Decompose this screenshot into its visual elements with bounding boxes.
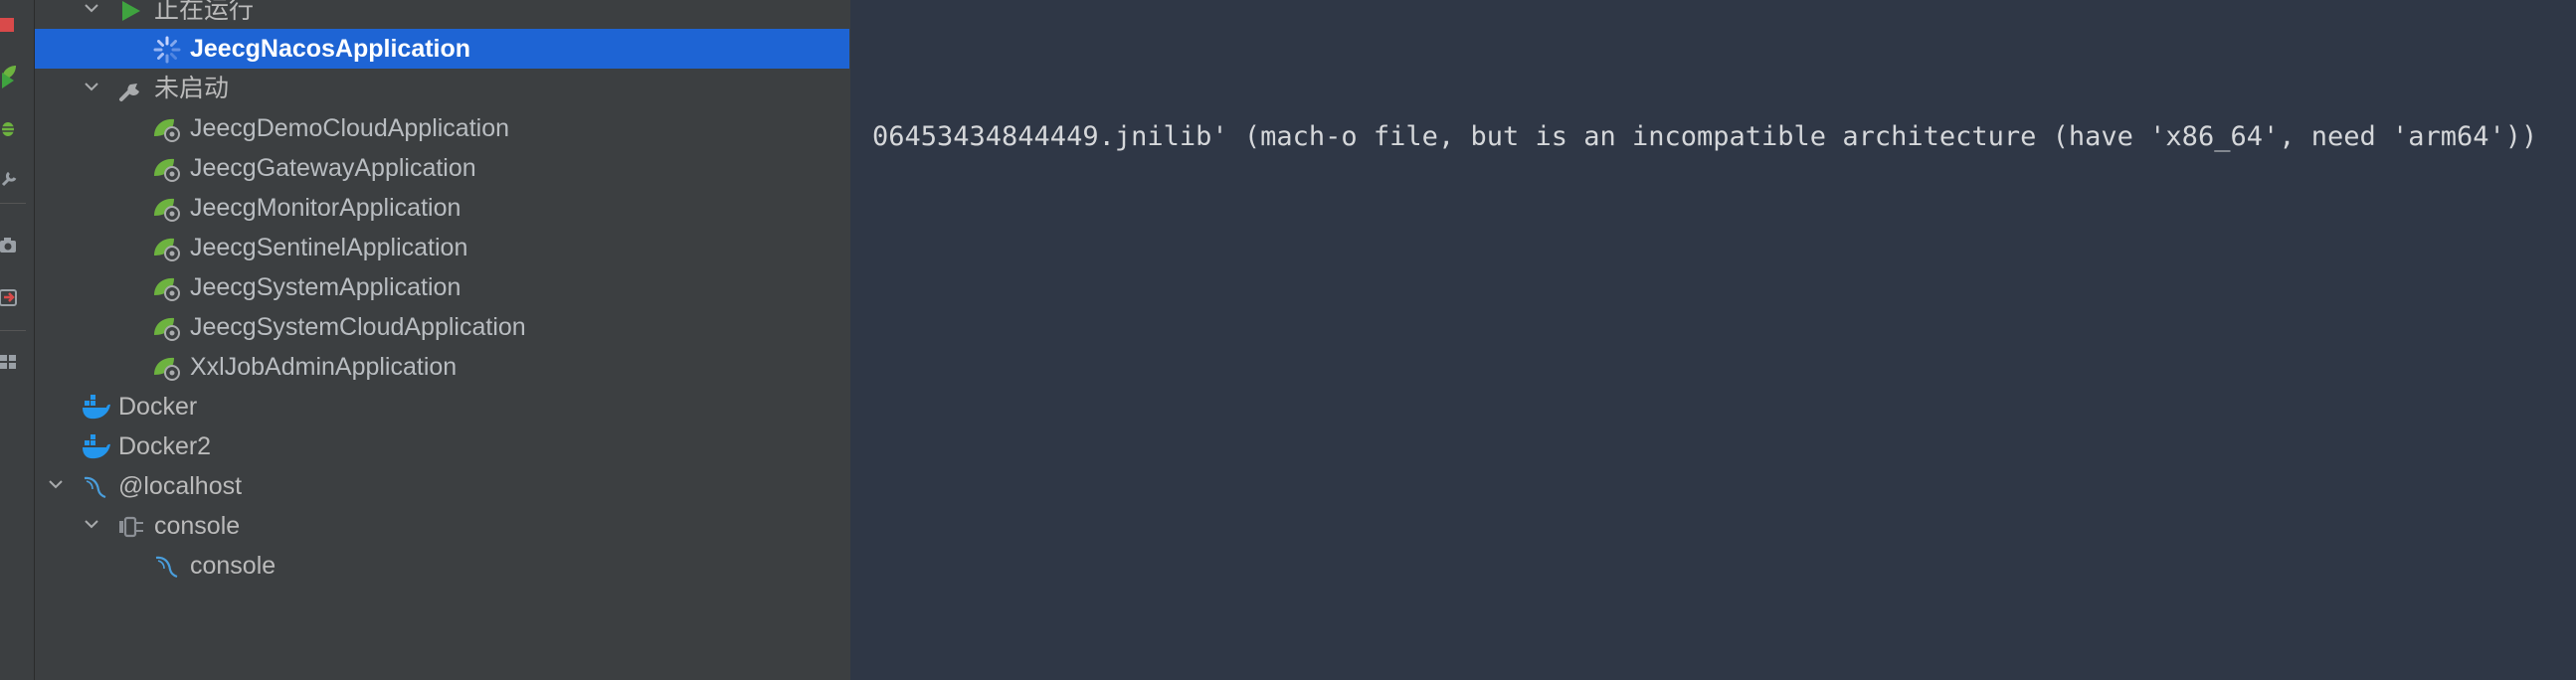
- tree-item-label: JeecgDemoCloudApplication: [190, 114, 510, 142]
- tree-item-label: console: [154, 512, 241, 540]
- mysql-dolphin-icon: [152, 552, 182, 582]
- tree-item-console[interactable]: console: [35, 546, 849, 586]
- tree-group-stopped[interactable]: 未启动: [35, 69, 849, 108]
- tree-item-label: JeecgSystemCloudApplication: [190, 313, 526, 341]
- tree-item-console-group[interactable]: console: [35, 506, 849, 546]
- tree-item-app[interactable]: JeecgMonitorApplication: [35, 188, 849, 228]
- chevron-down-icon[interactable]: [79, 0, 104, 22]
- spring-boot-icon: [152, 194, 182, 224]
- camera-icon[interactable]: [0, 235, 20, 256]
- spring-boot-icon: [152, 273, 182, 303]
- console-log-line: 06453434844449.jnilib' (mach-o file, but…: [872, 121, 2538, 152]
- docker-icon: [81, 432, 110, 462]
- layout-grid-icon[interactable]: [0, 350, 20, 372]
- docker-icon: [81, 393, 110, 423]
- tree-item-docker[interactable]: Docker2: [35, 426, 849, 466]
- chevron-down-icon[interactable]: [43, 472, 69, 498]
- wrench-icon: [116, 75, 146, 104]
- tree-item-app[interactable]: JeecgSystemCloudApplication: [35, 307, 849, 347]
- stop-icon[interactable]: [0, 14, 20, 36]
- spring-boot-icon: [152, 313, 182, 343]
- spring-boot-icon: [152, 234, 182, 263]
- toolbar-divider: [0, 330, 26, 331]
- services-tree: 止在运行 JeecgNacosApplication 未启动 JeecgDemo…: [35, 0, 849, 680]
- console-plug-icon: [116, 512, 146, 542]
- tree-item-datasource[interactable]: @localhost: [35, 466, 849, 506]
- toolbar-divider: [0, 203, 26, 204]
- console-output[interactable]: 06453434844449.jnilib' (mach-o file, but…: [850, 0, 2576, 680]
- debug-bug-icon[interactable]: [0, 117, 20, 139]
- tree-item-label: JeecgSentinelApplication: [190, 234, 468, 261]
- chevron-down-icon[interactable]: [79, 512, 104, 538]
- tree-item-label: JeecgNacosApplication: [190, 35, 471, 63]
- chevron-down-icon[interactable]: [79, 75, 104, 100]
- tree-item-label: JeecgMonitorApplication: [190, 194, 461, 222]
- tree-item-jeecg-nacos[interactable]: JeecgNacosApplication: [35, 29, 849, 69]
- ide-window: 止在运行 JeecgNacosApplication 未启动 JeecgDemo…: [0, 0, 2576, 680]
- tree-item-app[interactable]: JeecgSentinelApplication: [35, 228, 849, 267]
- tree-item-label: XxlJobAdminApplication: [190, 353, 458, 381]
- spring-boot-icon: [152, 114, 182, 144]
- tree-item-app[interactable]: JeecgDemoCloudApplication: [35, 108, 849, 148]
- spring-boot-icon: [152, 353, 182, 383]
- tree-item-app[interactable]: JeecgSystemApplication: [35, 267, 849, 307]
- tree-item-docker[interactable]: Docker: [35, 387, 849, 426]
- run-icon[interactable]: [0, 70, 20, 91]
- tree-item-label: JeecgSystemApplication: [190, 273, 461, 301]
- tree-item-app[interactable]: JeecgGatewayApplication: [35, 148, 849, 188]
- tree-item-label: console: [190, 552, 276, 580]
- settings-wrench-icon[interactable]: [0, 167, 20, 189]
- run-triangle-icon: [116, 0, 146, 26]
- tree-group-label: 未启动: [154, 75, 230, 102]
- loading-spinner-icon: [152, 35, 182, 65]
- spring-boot-icon: [152, 154, 182, 184]
- tree-item-label: Docker2: [118, 432, 212, 460]
- tree-item-label: Docker: [118, 393, 198, 421]
- tree-item-label: JeecgGatewayApplication: [190, 154, 476, 182]
- tree-item-label: @localhost: [118, 472, 243, 500]
- tree-group-label: 止在运行: [154, 0, 255, 24]
- tree-item-app[interactable]: XxlJobAdminApplication: [35, 347, 849, 387]
- tree-group-running[interactable]: 止在运行: [35, 0, 849, 30]
- mysql-dolphin-icon: [81, 472, 110, 502]
- exit-icon[interactable]: [0, 286, 20, 308]
- services-toolbar: [0, 0, 35, 680]
